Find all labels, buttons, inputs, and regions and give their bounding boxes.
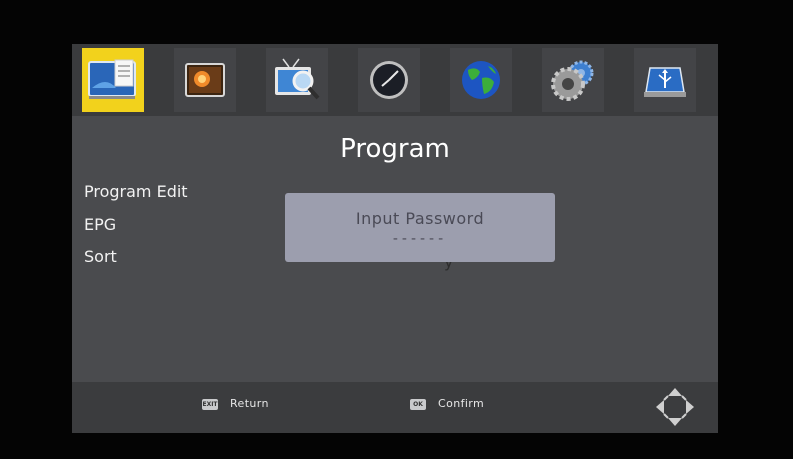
globe-icon <box>462 61 500 99</box>
tab-picture[interactable] <box>174 48 236 112</box>
confirm-hint[interactable]: Confirm <box>438 397 484 410</box>
exit-key-icon: EXIT <box>202 399 218 410</box>
page-title: Program <box>340 134 450 164</box>
menu-item-sort[interactable]: Sort <box>84 247 117 266</box>
settings-icon <box>551 60 594 101</box>
tab-language[interactable] <box>450 48 512 112</box>
tab-settings[interactable] <box>542 48 604 112</box>
clock-icon <box>370 61 408 99</box>
password-input[interactable]: ------ <box>285 231 555 247</box>
tab-program[interactable] <box>82 48 144 112</box>
dialog-title: Input Password <box>355 209 485 228</box>
menu-item-epg[interactable]: EPG <box>84 215 116 234</box>
program-icon <box>88 59 136 99</box>
tv-screen: Program Program Edit EPG Sort y Input Pa… <box>72 44 718 433</box>
tab-channel-search[interactable] <box>266 48 328 112</box>
tab-usb[interactable] <box>634 48 696 112</box>
ok-key-icon: OK <box>410 399 426 410</box>
picture-icon <box>185 63 225 97</box>
channel-search-icon <box>275 58 320 100</box>
navigation-arrows-icon <box>656 388 694 426</box>
return-hint[interactable]: Return <box>230 397 269 410</box>
password-dialog: Input Password ------ <box>285 193 555 262</box>
main-menu-bar <box>72 44 718 116</box>
usb-icon <box>644 67 686 97</box>
tab-time[interactable] <box>358 48 420 112</box>
menu-item-program-edit[interactable]: Program Edit <box>84 182 188 201</box>
footer-bar: EXIT Return OK Confirm <box>72 382 718 433</box>
